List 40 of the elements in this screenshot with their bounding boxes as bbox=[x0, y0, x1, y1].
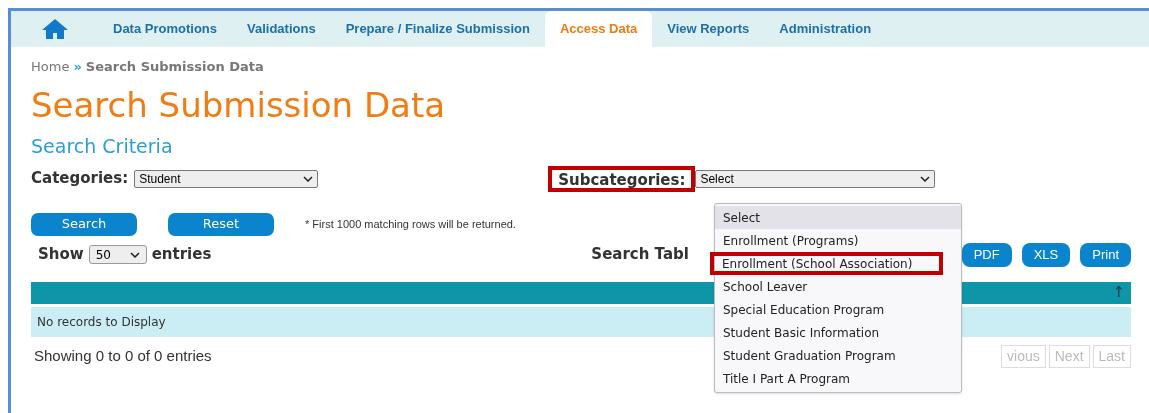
breadcrumb-current: Search Submission Data bbox=[85, 58, 264, 76]
nav-tab[interactable]: Access Data bbox=[544, 11, 653, 47]
dropdown-option[interactable]: Select bbox=[715, 206, 961, 229]
breadcrumb-link[interactable]: Home bbox=[31, 57, 70, 77]
dropdown-option[interactable]: Student Basic Information bbox=[715, 321, 961, 344]
note-text: * First 1000 matching rows will be returned. bbox=[305, 216, 516, 232]
dropdown-option[interactable]: Enrollment (School Association) bbox=[710, 252, 943, 275]
home-icon[interactable] bbox=[41, 18, 69, 40]
chevron-icon bbox=[129, 251, 140, 258]
show-label: Show bbox=[38, 244, 84, 266]
nav-tab[interactable]: Validations bbox=[232, 11, 331, 47]
chevron-icon bbox=[920, 175, 931, 182]
nav-tab[interactable]: View Reports bbox=[652, 11, 765, 47]
page-size-select[interactable]: 50 bbox=[88, 245, 147, 264]
subcategories-label: Subcategories: bbox=[548, 165, 696, 192]
summary-text: Showing 0 to 0 of 0 entries bbox=[34, 345, 212, 366]
nav-tab[interactable]: Administration bbox=[764, 11, 887, 47]
dropdown-option[interactable]: Special Education Program bbox=[715, 298, 961, 321]
sort-icon[interactable]: ↑ bbox=[1112, 285, 1125, 300]
export-button[interactable]: PDF bbox=[961, 242, 1012, 267]
dropdown-option[interactable]: School Leaver bbox=[715, 275, 961, 298]
empty-message: No records to Display bbox=[37, 313, 166, 331]
action-button[interactable]: Reset bbox=[168, 212, 274, 236]
chevron-icon bbox=[303, 175, 314, 182]
categories-select[interactable]: Student bbox=[134, 169, 319, 188]
entries-label: entries bbox=[151, 244, 212, 266]
nav-tab[interactable]: Prepare / Finalize Submission bbox=[330, 11, 545, 47]
export-button[interactable]: Print bbox=[1080, 242, 1131, 267]
categories-label: Categories: bbox=[31, 168, 129, 190]
dropdown-option[interactable]: Student Graduation Program bbox=[715, 344, 961, 367]
search-table-label: Search Tabl bbox=[591, 244, 689, 266]
page-title: Search Submission Data bbox=[31, 83, 447, 127]
section-title: Search Criteria bbox=[31, 133, 174, 159]
nav-tab[interactable]: Data Promotions bbox=[98, 11, 232, 47]
subcategories-select[interactable]: Select bbox=[695, 169, 936, 188]
dropdown-option[interactable]: Enrollment (Programs) bbox=[715, 229, 961, 252]
action-button[interactable]: Search bbox=[31, 212, 137, 236]
export-button[interactable]: XLS bbox=[1021, 242, 1071, 267]
breadcrumb-separator: » bbox=[73, 58, 82, 76]
dropdown-option[interactable]: Title I Part A Program bbox=[715, 367, 961, 390]
